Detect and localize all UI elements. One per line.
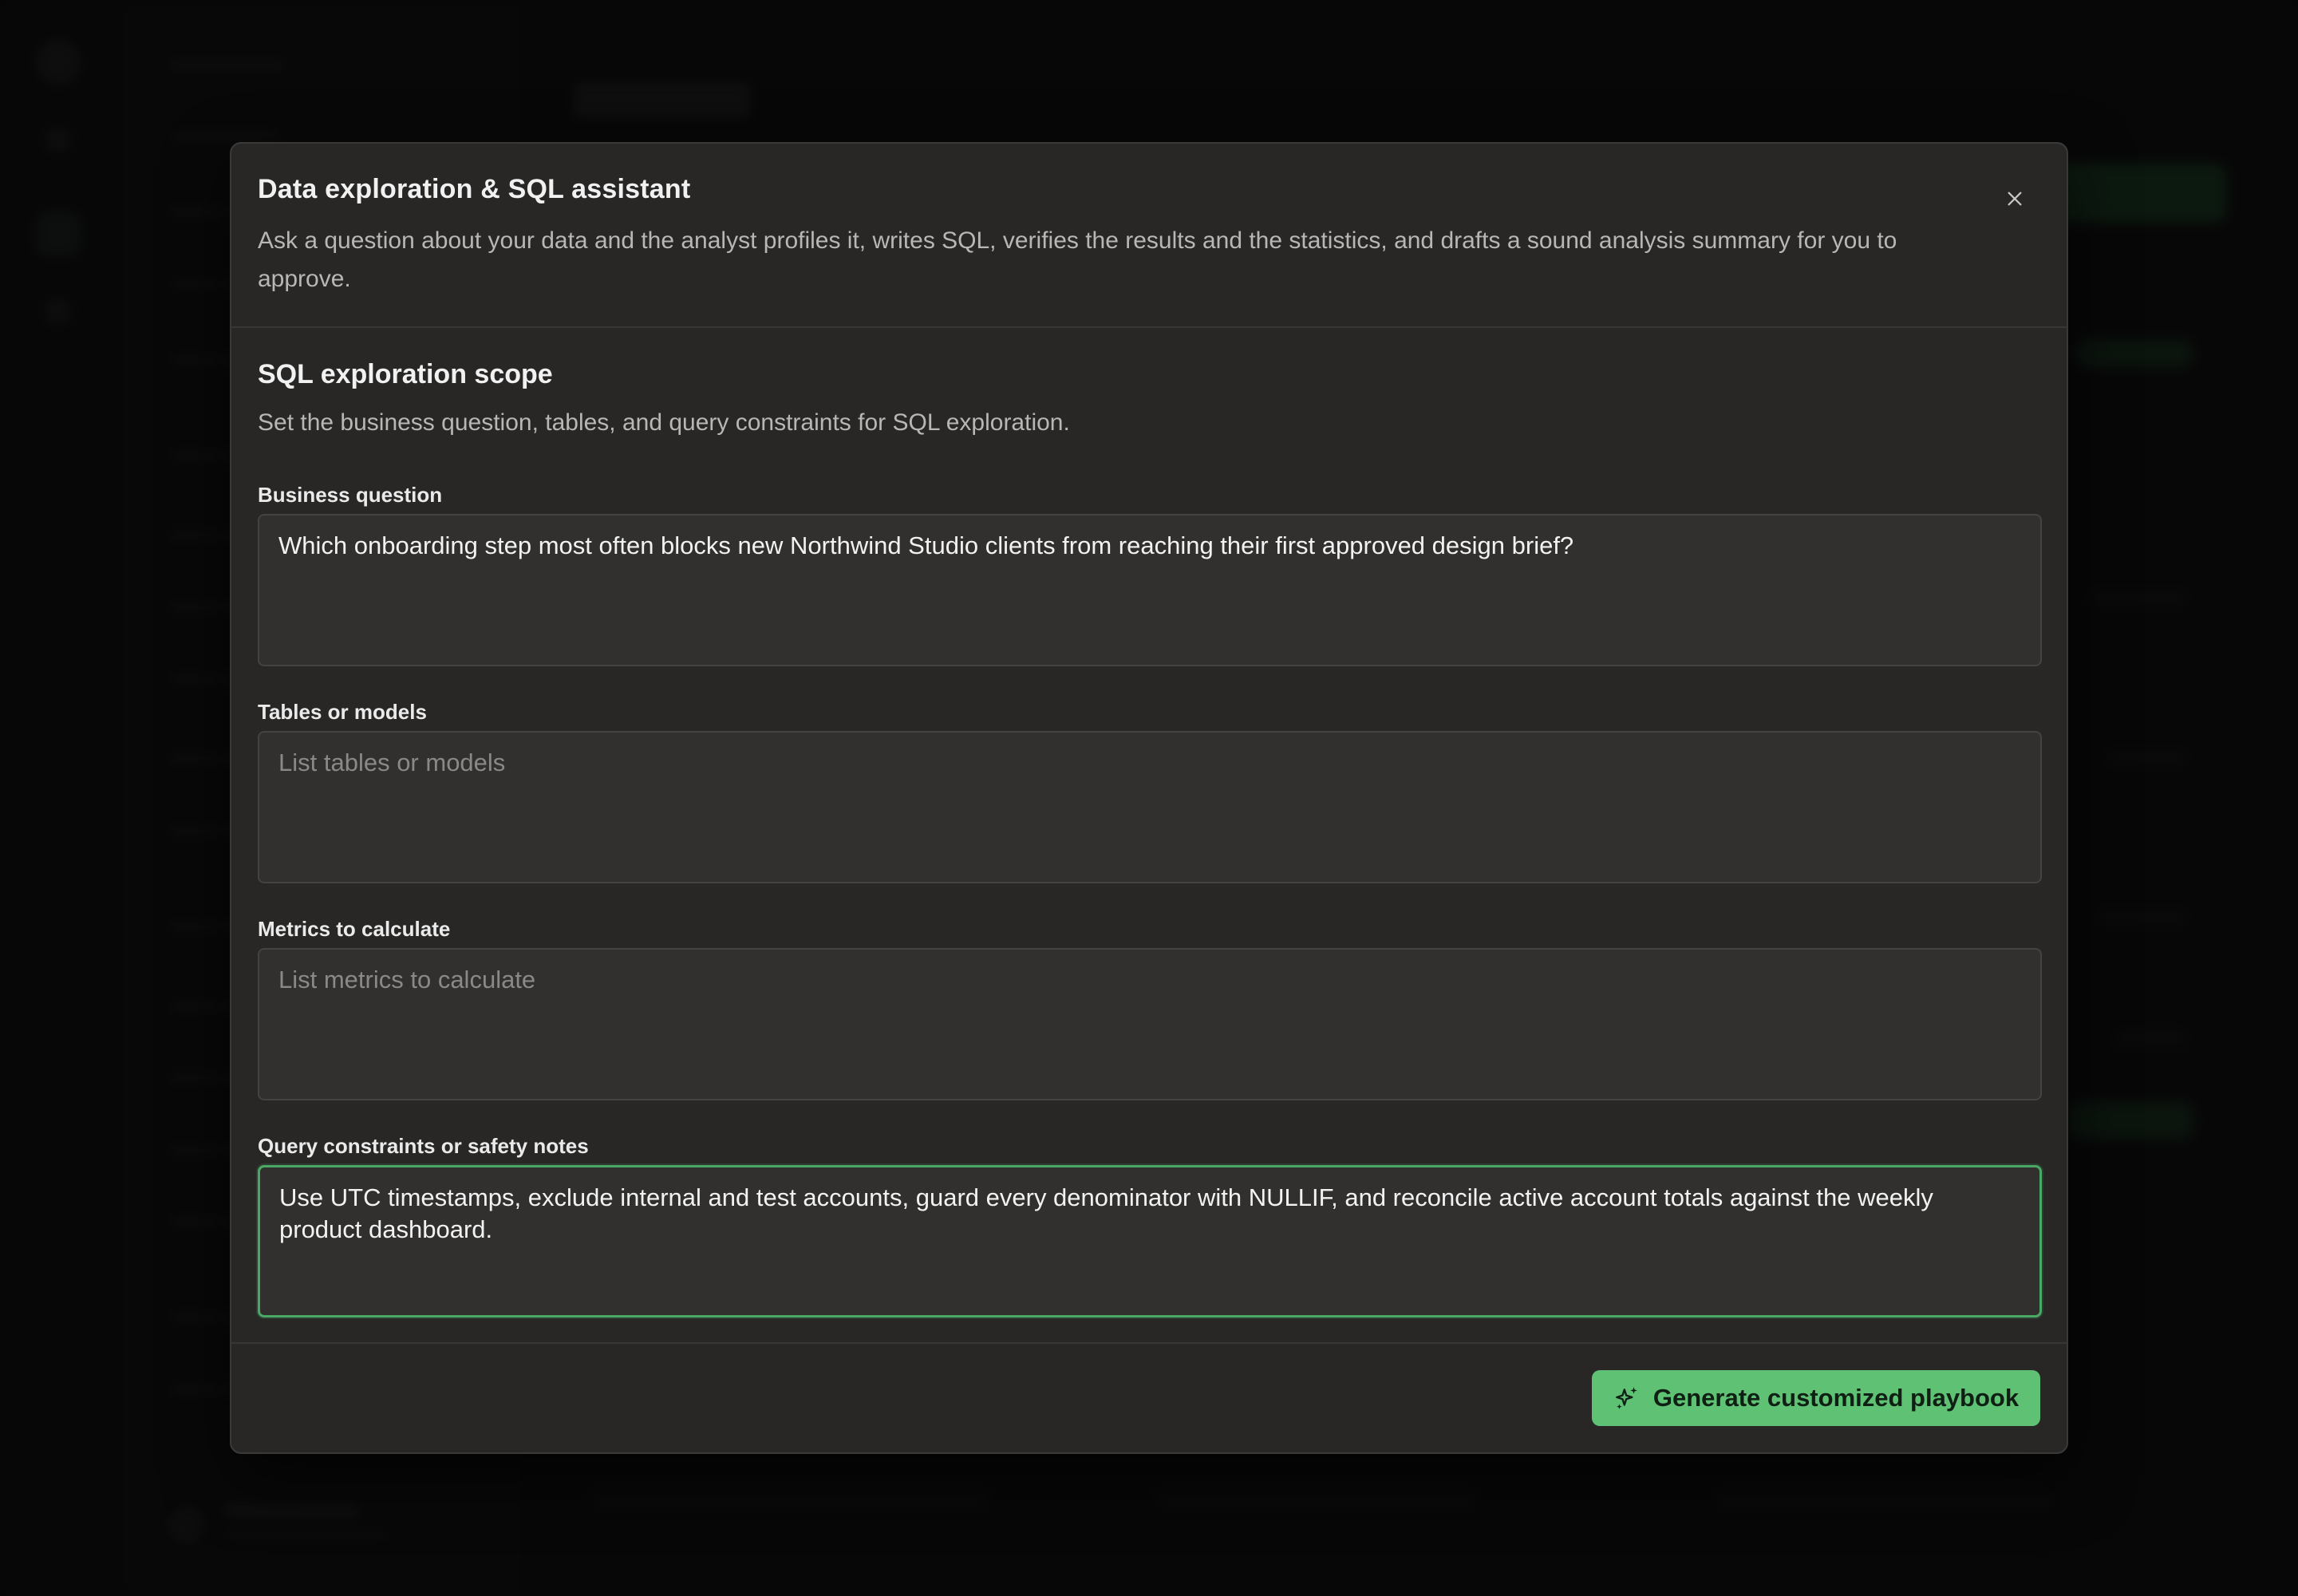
sparkle-icon [1615, 1387, 1637, 1409]
section-title: SQL exploration scope [258, 359, 553, 389]
metrics-input[interactable] [258, 948, 2042, 1100]
close-button[interactable] [1995, 179, 2035, 219]
metrics-label: Metrics to calculate [258, 917, 451, 941]
tables-input[interactable] [258, 731, 2042, 883]
generate-playbook-button[interactable]: Generate customized playbook [1592, 1370, 2040, 1426]
close-icon [2008, 192, 2022, 206]
sql-assistant-dialog: Data exploration & SQL assistant Ask a q… [230, 142, 2068, 1454]
dialog-header: Data exploration & SQL assistant Ask a q… [231, 144, 2067, 328]
tables-label: Tables or models [258, 700, 427, 724]
dialog-description: Ask a question about your data and the a… [258, 227, 1897, 292]
dialog-footer: Generate customized playbook [231, 1342, 2067, 1452]
dialog-title: Data exploration & SQL assistant [258, 174, 691, 204]
business-question-label: Business question [258, 483, 443, 507]
section-description: Set the business question, tables, and q… [258, 409, 1070, 436]
constraints-label: Query constraints or safety notes [258, 1134, 589, 1158]
business-question-input[interactable]: Which onboarding step most often blocks … [258, 514, 2042, 666]
generate-playbook-label: Generate customized playbook [1652, 1384, 2020, 1412]
constraints-input[interactable]: Use UTC timestamps, exclude internal and… [258, 1165, 2042, 1317]
